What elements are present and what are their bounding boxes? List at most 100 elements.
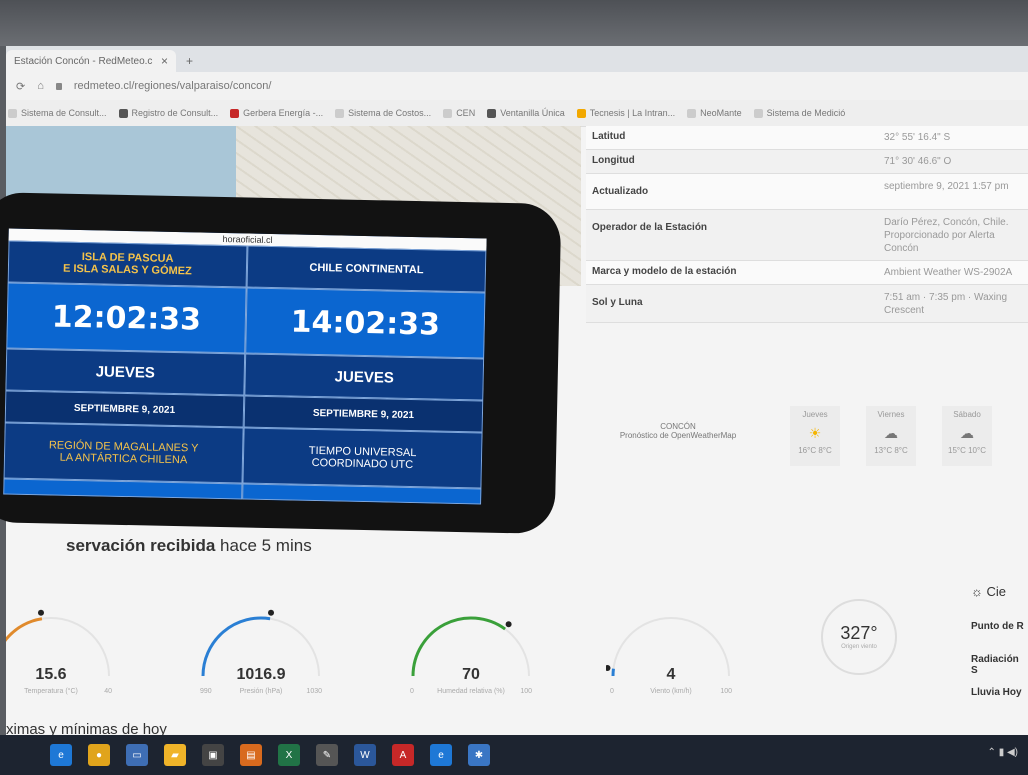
info-key: Actualizado: [592, 186, 649, 197]
address-bar: ⟳ ⌂ redmeteo.cl/regiones/valparaiso/conc…: [6, 72, 1028, 100]
observation-heading: servación recibida hace 5 mins: [66, 536, 312, 556]
gauge: 15.6 Temperatura (°C) 40: [6, 606, 116, 716]
wind-direction-dial: 327° Origen viento: [821, 599, 897, 675]
edge-icon[interactable]: e: [50, 744, 72, 766]
magallanes-zone-heading: REGIÓN DE MAGALLANES Y LA ANTÁRTICA CHIL…: [3, 422, 244, 484]
excel-icon[interactable]: X: [278, 744, 300, 766]
info-value: 32° 55' 16.4" S: [884, 132, 951, 143]
bookmark-label: Ventanilla Única: [500, 108, 565, 118]
info-key: Latitud: [592, 131, 626, 142]
gauge-min: 990: [200, 688, 212, 695]
forecast-location: CONCÓN Pronóstico de OpenWeatherMap: [618, 422, 738, 440]
url-field[interactable]: redmeteo.cl/regiones/valparaiso/concon/: [74, 80, 272, 92]
right-zone-date: SEPTIEMBRE 9, 2021: [243, 395, 484, 433]
forecast-day-name: Viernes: [877, 410, 905, 419]
teams-icon[interactable]: ✱: [468, 744, 490, 766]
tab-bar: Estación Concón - RedMeteo.cl × +: [6, 46, 1028, 72]
info-row: Operador de la Estación Darío Pérez, Conc…: [586, 210, 1028, 261]
gauge-value: 4: [666, 666, 676, 683]
observation-prefix: servación recibida: [66, 536, 216, 555]
bookmark-item[interactable]: Gerbera Energía -...: [230, 108, 323, 118]
forecast-source: Pronóstico de OpenWeatherMap: [619, 431, 737, 440]
bookmark-favicon-icon: [118, 108, 128, 118]
windows-taskbar: e ● ▭ ▰ ▣ ▤ X ✎ W A e ✱ ⌃ ▮ ◀): [0, 735, 1028, 775]
bookmark-favicon-icon: [753, 108, 763, 118]
word-icon[interactable]: W: [354, 744, 376, 766]
paint-icon[interactable]: ✎: [316, 744, 338, 766]
pdf-reader-icon[interactable]: A: [392, 744, 414, 766]
bookmark-label: CEN: [456, 108, 476, 118]
gauge-max: 1030: [306, 688, 322, 695]
sky-condition-label: ☼ Cie: [971, 584, 1006, 599]
info-row: Sol y Luna 7:51 am · 7:35 pm · Waxing Cre…: [586, 285, 1028, 323]
chrome-icon[interactable]: ●: [88, 744, 110, 766]
right-zone-heading: CHILE CONTINENTAL: [246, 245, 487, 293]
info-key: Marca y modelo de la estación: [592, 266, 737, 277]
side-label-radiation: Radiación S: [971, 654, 1019, 676]
gauge-min: 0: [410, 688, 414, 695]
bookmark-item[interactable]: Sistema de Costos...: [335, 108, 431, 118]
bookmark-item[interactable]: Sistema de Consult...: [8, 108, 107, 118]
info-key: Operador de la Estación: [592, 222, 708, 233]
info-row: Longitud 71° 30' 46.6" O: [586, 150, 1028, 174]
gauge-value: 1016.9: [236, 666, 286, 683]
store-icon[interactable]: ▣: [202, 744, 224, 766]
file-explorer-icon[interactable]: ▭: [126, 744, 148, 766]
bookmark-item[interactable]: Tecnesis | La Intran...: [576, 108, 675, 118]
utc-zone-heading: TIEMPO UNIVERSAL COORDINADO UTC: [242, 427, 483, 489]
lock-icon: [55, 82, 62, 90]
ie-icon[interactable]: e: [430, 744, 452, 766]
weather-icon: ☁: [960, 425, 974, 441]
side-label-rain: Lluvia Hoy: [971, 687, 1022, 698]
weather-icon: ☁: [884, 425, 898, 441]
info-row: Latitud 32° 55' 16.4" S: [586, 126, 1028, 150]
side-label-dewpoint: Punto de R: [971, 621, 1024, 632]
bookmark-item[interactable]: Ventanilla Única: [487, 108, 565, 118]
forecast-day-name: Jueves: [802, 410, 828, 419]
gauge-max: 40: [104, 688, 112, 695]
bookmark-favicon-icon: [576, 108, 586, 118]
system-tray[interactable]: ⌃ ▮ ◀): [988, 747, 1018, 758]
gauge-label: Viento (km/h): [650, 688, 692, 695]
remote-desktop-icon[interactable]: ▤: [240, 744, 262, 766]
left-zone-date: SEPTIEMBRE 9, 2021: [4, 390, 245, 428]
gauge-label: Humedad relativa (%): [437, 688, 505, 695]
left-zone-day: JUEVES: [5, 348, 246, 396]
gauge-max: 100: [720, 688, 732, 695]
gauge-label: Temperatura (°C): [24, 688, 78, 695]
sun-icon: ☼: [971, 584, 987, 599]
forecast-day: Sábado ☁ 15°C 10°C: [942, 406, 992, 466]
observation-age: hace 5 mins: [220, 536, 312, 555]
folder-icon[interactable]: ▰: [164, 744, 186, 766]
bookmark-label: Sistema de Costos...: [348, 108, 432, 118]
bookmark-item[interactable]: CEN: [443, 108, 475, 118]
gauge: 4 Viento (km/h) 0 100: [606, 606, 736, 716]
info-value: 71° 30' 46.6" O: [884, 156, 952, 167]
bookmark-favicon-icon: [443, 108, 453, 118]
forecast-day: Jueves ☀ 16°C 8°C: [790, 406, 840, 466]
bookmark-favicon-icon: [487, 108, 497, 118]
bookmark-item[interactable]: Registro de Consult...: [118, 108, 218, 118]
tab-close-button[interactable]: ×: [161, 54, 168, 68]
smartphone: horaoficial.cl ISLA DE PASCUA E ISLA SAL…: [0, 191, 562, 535]
home-icon[interactable]: ⌂: [37, 80, 44, 92]
new-tab-button[interactable]: +: [186, 54, 193, 68]
info-key: Sol y Luna: [592, 297, 643, 308]
bookmark-item[interactable]: Sistema de Medició: [753, 108, 845, 118]
left-zone-time: 12:02:33: [6, 282, 247, 354]
bookmark-item[interactable]: NeoMante: [687, 108, 742, 118]
gauge: 70 Humedad relativa (%) 0 100: [406, 606, 536, 716]
forecast-temps: 16°C 8°C: [798, 446, 832, 455]
laptop-bezel: [0, 0, 1028, 46]
left-zone-heading: ISLA DE PASCUA E ISLA SALAS Y GÓMEZ: [7, 240, 248, 288]
bookmarks-bar: Sistema de Consult... Registro de Consult…: [6, 100, 1028, 127]
browser-tab[interactable]: Estación Concón - RedMeteo.cl ×: [6, 50, 176, 72]
reload-icon[interactable]: ⟳: [16, 80, 25, 93]
gauge-value: 15.6: [35, 666, 67, 683]
minmax-heading: ximas y mínimas de hoy: [6, 721, 167, 736]
forecast-day-name: Sábado: [953, 410, 981, 419]
gauge: 1016.9 Presión (hPa) 990 1030: [196, 606, 326, 716]
gauge-pointer: [505, 621, 512, 628]
tab-title: Estación Concón - RedMeteo.cl: [14, 55, 153, 67]
forecast-day: Viernes ☁ 13°C 8°C: [866, 406, 916, 466]
